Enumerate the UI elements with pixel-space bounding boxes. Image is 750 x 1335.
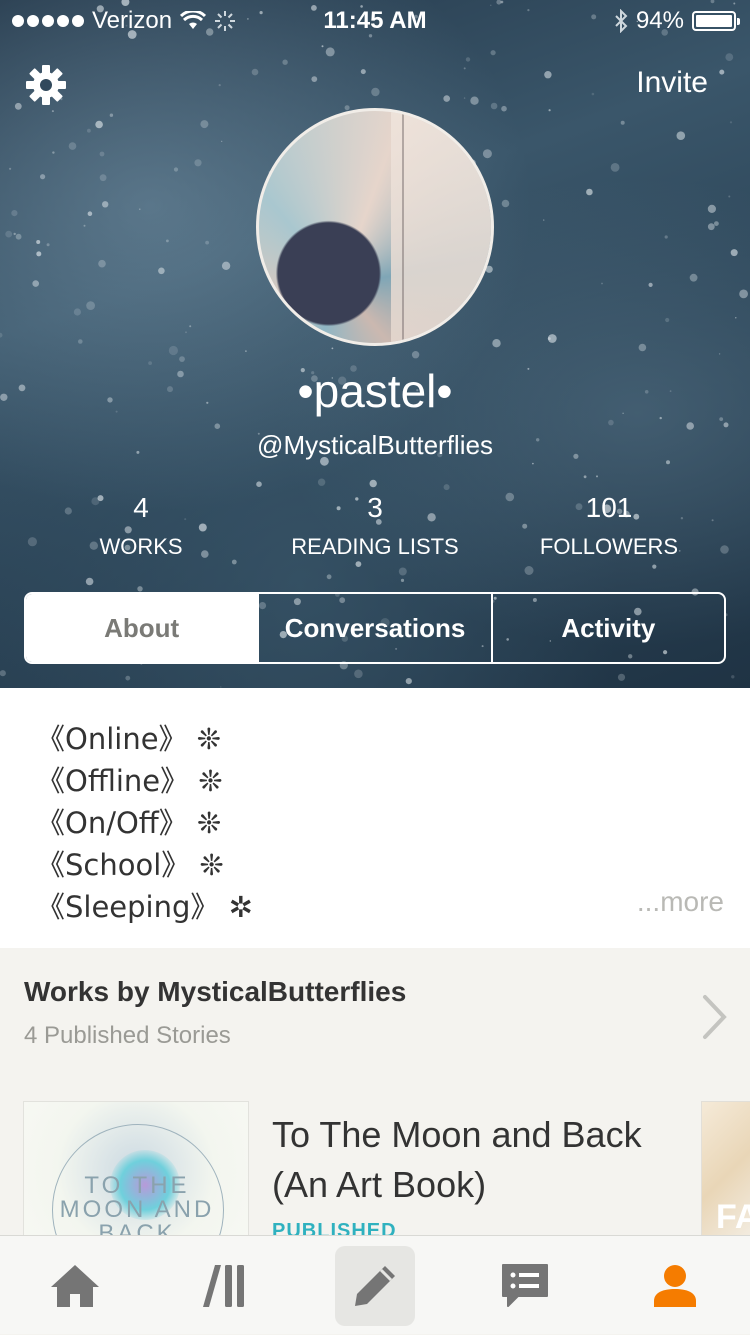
- works-title: Works by MysticalButterflies: [24, 976, 407, 1007]
- tab-home[interactable]: [0, 1236, 150, 1335]
- read-more-link[interactable]: ...more: [637, 886, 724, 918]
- settings-gear-icon[interactable]: [24, 63, 68, 107]
- tab-about[interactable]: About: [26, 594, 258, 662]
- invite-button[interactable]: Invite: [636, 66, 708, 100]
- write-button[interactable]: [335, 1245, 415, 1326]
- bottom-tab-bar: [0, 1235, 750, 1334]
- about-section: 《Online》 ❊ 《Offline》 ❊ 《On/Off》 ❊ 《Schoo…: [0, 688, 750, 948]
- avatar[interactable]: [256, 108, 494, 346]
- chevron-right-icon[interactable]: [702, 994, 728, 1040]
- stat-label: FOLLOWERS: [539, 534, 679, 559]
- tab-conversations[interactable]: Conversations: [257, 594, 490, 662]
- stat-value: 4: [133, 492, 149, 523]
- profile-tabs: About Conversations Activity: [24, 592, 726, 664]
- library-icon: [203, 1264, 244, 1307]
- about-line: 《School》 ❊: [36, 848, 224, 882]
- battery-percent: 94%: [635, 7, 684, 34]
- write-icon: [355, 1265, 395, 1306]
- username: @MysticalButterflies: [257, 430, 493, 460]
- about-line: 《Offline》 ❊: [36, 764, 223, 798]
- stat-works[interactable]: 4 WORKS: [24, 492, 258, 560]
- tab-activity[interactable]: Activity: [490, 594, 724, 662]
- about-line: 《Sleeping》 ✲: [36, 890, 253, 924]
- stat-value: 101: [585, 492, 633, 523]
- next-book-cover[interactable]: FA: [701, 1101, 750, 1241]
- stat-followers[interactable]: 101 FOLLOWERS: [492, 492, 726, 560]
- tab-library[interactable]: [150, 1236, 300, 1335]
- messages-icon: [502, 1263, 548, 1307]
- stat-value: 3: [367, 492, 383, 523]
- about-line: 《Online》 ❊: [36, 722, 222, 756]
- tab-write[interactable]: [300, 1236, 450, 1335]
- book-title[interactable]: To The Moon and Back (An Art Book): [272, 1110, 672, 1210]
- about-line: 《On/Off》 ❊: [36, 806, 222, 840]
- battery-icon: [692, 11, 740, 31]
- display-name: •pastel•: [297, 365, 453, 417]
- profile-icon: [654, 1264, 696, 1307]
- status-right-group: 94%: [614, 7, 740, 35]
- tab-messages[interactable]: [450, 1236, 600, 1335]
- cover-text: FA: [716, 1198, 750, 1236]
- status-bar: Verizon 11:45 AM 94%: [0, 0, 750, 40]
- book-cover[interactable]: TO THE MOON AND BACK: [23, 1101, 249, 1241]
- bluetooth-icon: [615, 9, 628, 33]
- home-icon: [51, 1264, 99, 1307]
- stat-reading-lists[interactable]: 3 READING LISTS: [258, 492, 492, 560]
- works-subtitle: 4 Published Stories: [24, 1022, 231, 1049]
- stat-label: WORKS: [99, 534, 183, 559]
- stat-label: READING LISTS: [291, 534, 459, 559]
- profile-header: Verizon 11:45 AM 94% Invite •pastel• @My…: [0, 0, 750, 688]
- tab-profile[interactable]: [600, 1236, 750, 1335]
